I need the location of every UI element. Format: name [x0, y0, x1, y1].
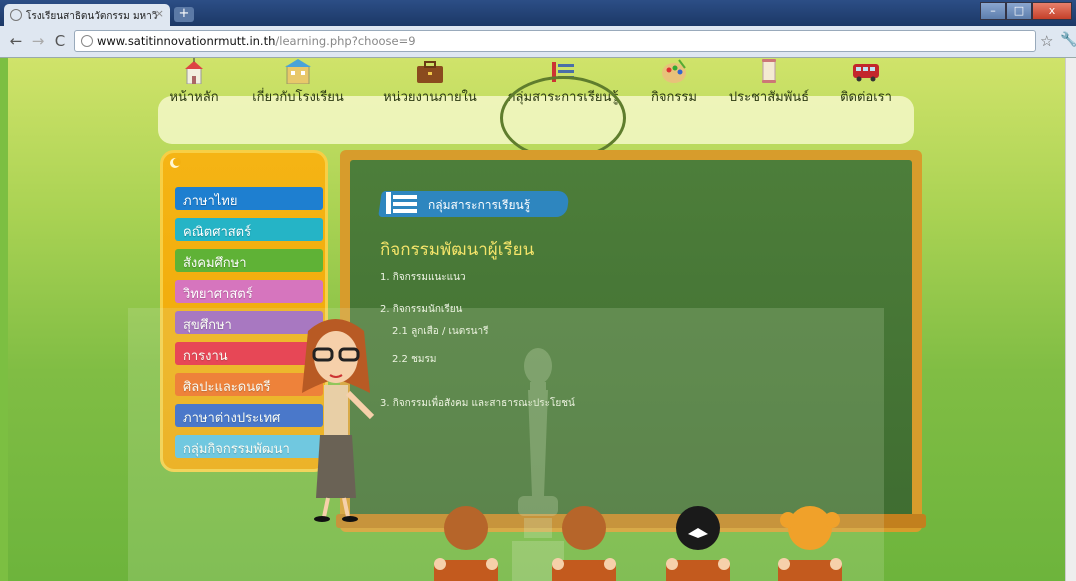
bus-icon — [853, 64, 879, 82]
url-host: www.satitinnovationrmutt.in.th — [97, 34, 276, 48]
nav-item-contact[interactable]: ติดต่อเรา — [834, 58, 898, 106]
active-nav-highlight — [500, 76, 626, 160]
nav-label-about: เกี่ยวกับโรงเรียน — [252, 90, 344, 105]
wrench-icon[interactable]: 🔧 — [1060, 32, 1076, 48]
url-path: /learning.php?choose=9 — [275, 34, 416, 48]
board-line-1: 1. กิจกรรมแนะแนว — [380, 272, 466, 283]
tab-close-icon[interactable]: × — [155, 7, 164, 20]
close-window-button[interactable]: x — [1032, 2, 1072, 20]
browser-tab[interactable]: โรงเรียนสาธิตนวัตกรรม มหาวิ × — [4, 4, 170, 26]
new-tab-button[interactable]: + — [174, 7, 194, 22]
tab-title: โรงเรียนสาธิตนวัตกรรม มหาวิ — [26, 11, 158, 22]
teacher-illustration — [302, 319, 375, 522]
subject-science[interactable]: วิทยาศาสตร์ — [175, 280, 323, 303]
books-icon — [386, 192, 417, 214]
palette-icon — [662, 59, 686, 83]
student-1 — [434, 506, 498, 581]
nav-item-news[interactable]: ประชาสัมพันธ์ — [724, 58, 814, 106]
globe-icon — [81, 35, 93, 47]
subject-thai[interactable]: ภาษาไทย — [175, 187, 323, 210]
nav-item-about[interactable]: เกี่ยวกับโรงเรียน — [240, 58, 356, 106]
page-content: หน้าหลัก เกี่ยวกับโรงเรียน หน่วยงานภายใน… — [8, 58, 1065, 581]
board-title: กิจกรรมพัฒนาผู้เรียน — [380, 240, 535, 260]
address-bar[interactable]: www.satitinnovationrmutt.in.th/learning.… — [74, 30, 1036, 52]
student-3 — [666, 506, 730, 581]
nav-item-departments[interactable]: หน่วยงานภายใน — [376, 58, 484, 106]
bookmark-star-icon[interactable]: ☆ — [1040, 32, 1053, 50]
nav-label-home: หน้าหลัก — [169, 90, 219, 105]
subject-social[interactable]: สังคมศึกษา — [175, 249, 323, 272]
forward-icon[interactable]: → — [28, 31, 48, 51]
maximize-button[interactable]: □ — [1006, 2, 1032, 20]
window-controls: – □ x — [980, 2, 1072, 20]
moon-icon — [170, 158, 181, 168]
scroll-icon — [762, 59, 776, 83]
briefcase-icon — [417, 61, 443, 83]
nav-label-news: ประชาสัมพันธ์ — [728, 90, 810, 105]
reload-icon[interactable]: C — [50, 31, 70, 51]
browser-titlebar: โรงเรียนสาธิตนวัตกรรม มหาวิ × + – □ x — [0, 0, 1076, 26]
building-icon — [285, 59, 311, 84]
browser-toolbar: ← → C www.satitinnovationrmutt.in.th/lea… — [0, 26, 1076, 58]
minimize-button[interactable]: – — [980, 2, 1006, 20]
student-2 — [552, 506, 616, 581]
section-badge-label: กลุ่มสาระการเรียนรู้ — [428, 198, 531, 212]
nav-item-home[interactable]: หน้าหลัก — [158, 58, 230, 106]
nav-label-activities: กิจกรรม — [651, 90, 697, 105]
student-4 — [778, 506, 842, 581]
nav-label-contact: ติดต่อเรา — [840, 90, 892, 105]
back-icon[interactable]: ← — [6, 31, 26, 51]
nav-item-activities[interactable]: กิจกรรม — [644, 58, 704, 106]
page-favicon-icon — [10, 9, 22, 21]
school-icon — [185, 58, 203, 84]
subject-math[interactable]: คณิตศาสตร์ — [175, 218, 323, 241]
section-badge: กลุ่มสาระการเรียนรู้ — [378, 191, 570, 217]
nav-label-departments: หน่วยงานภายใน — [383, 90, 477, 105]
page-scrollbar[interactable] — [1065, 58, 1076, 581]
